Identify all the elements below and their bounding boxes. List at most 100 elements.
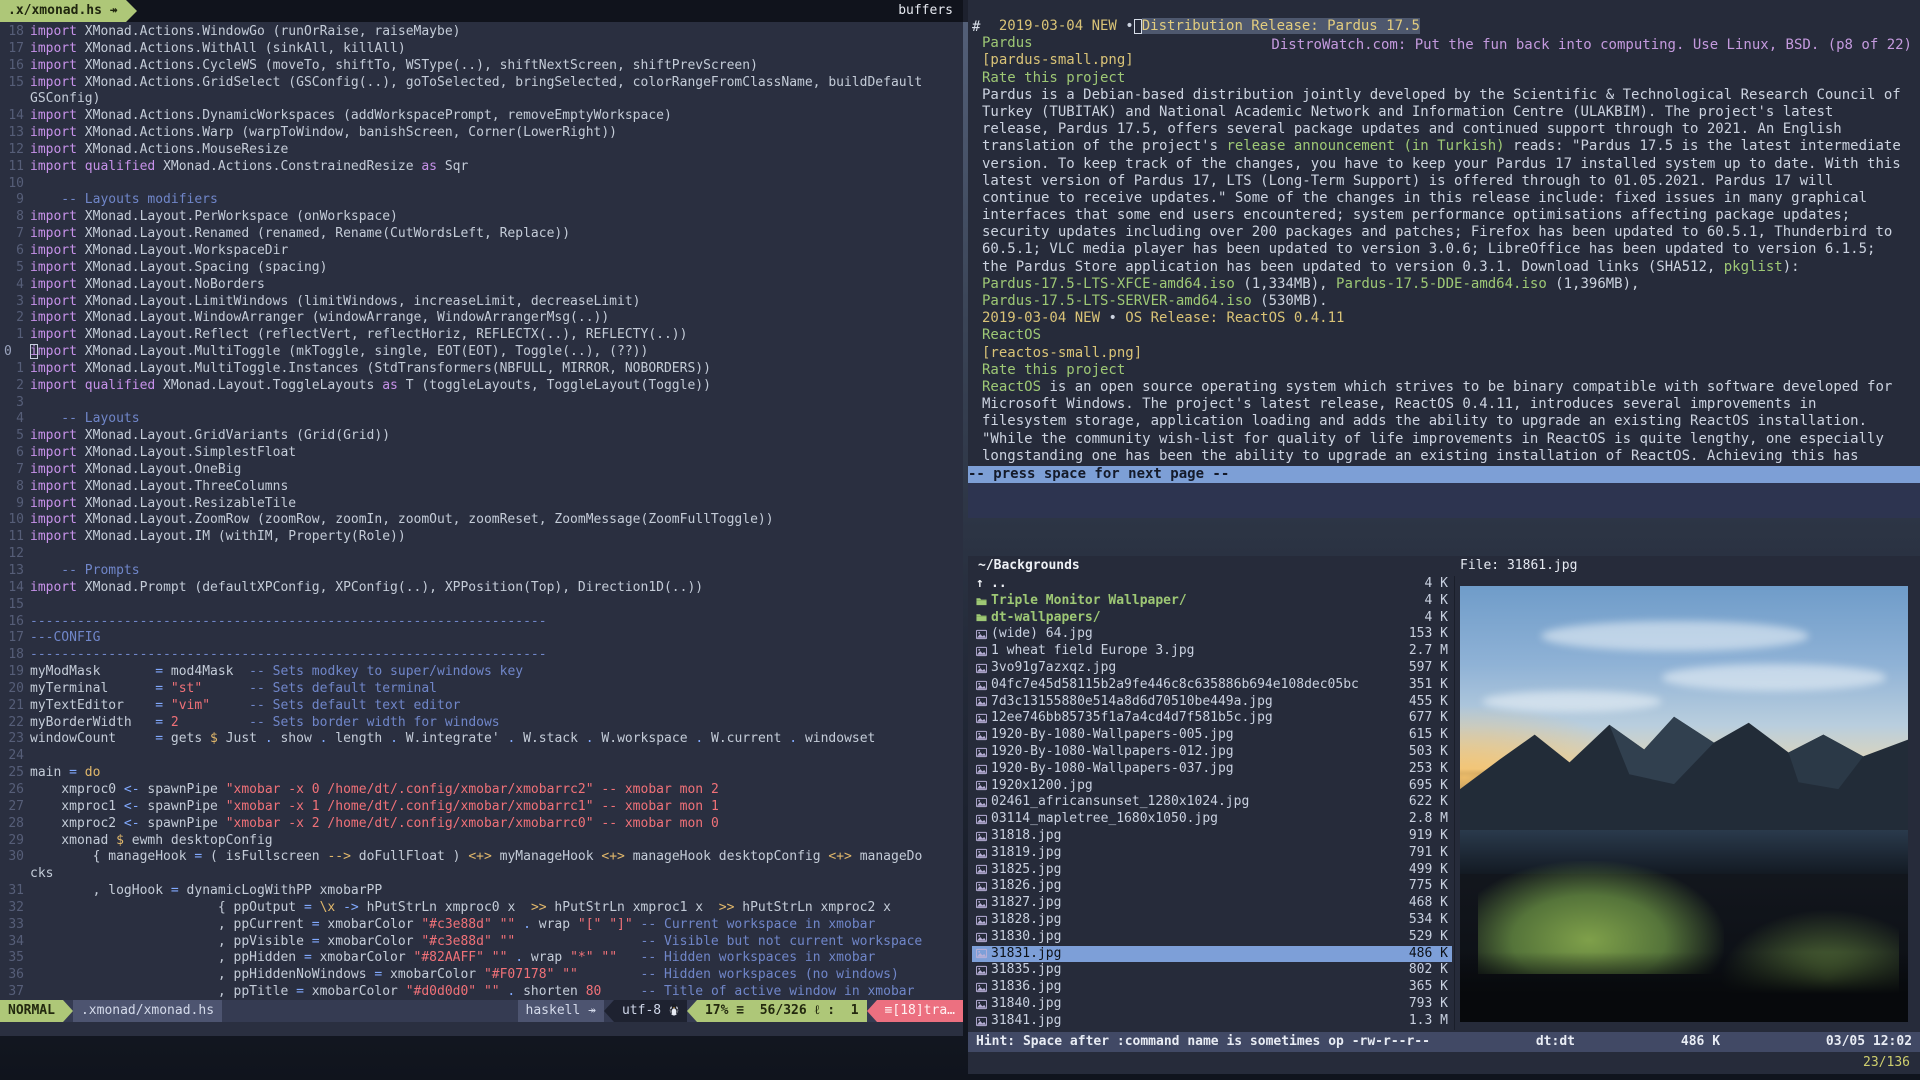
file-row[interactable]: 7d3c13155880e514a8d6d70510be449a.jpg455 …	[972, 694, 1452, 711]
code-line[interactable]: 1import XMonad.Layout.MultiToggle.Instan…	[0, 361, 963, 378]
code-line[interactable]: 37 , ppTitle = xmobarColor "#d0d0d0" "" …	[0, 984, 963, 1000]
file-row[interactable]: 31827.jpg468 K	[972, 895, 1452, 912]
file-row[interactable]: 31836.jpg365 K	[972, 979, 1452, 996]
file-row[interactable]: 1920x1200.jpg695 K	[972, 778, 1452, 795]
file-row[interactable]: 1920-By-1080-Wallpapers-005.jpg615 K	[972, 727, 1452, 744]
code-line[interactable]: 20myTerminal = "st" -- Sets default term…	[0, 681, 963, 698]
vim-tab-xmonad-hs[interactable]: .x/xmonad.hs ↠	[0, 0, 126, 22]
code-line[interactable]: 13 -- Prompts	[0, 563, 963, 580]
parent-dir-row[interactable]: ↑..4 K	[972, 576, 1452, 593]
code-line[interactable]: 35 , ppHidden = xmobarColor "#82AAFF" ""…	[0, 950, 963, 967]
code-line[interactable]: 19myModMask = mod4Mask -- Sets modkey to…	[0, 664, 963, 681]
vim-window[interactable]: .x/xmonad.hs ↠ buffers 18import XMonad.A…	[0, 0, 963, 1036]
file-row[interactable]: 31835.jpg802 K	[972, 962, 1452, 979]
file-row[interactable]: 31841.jpg1.3 M	[972, 1013, 1452, 1030]
code-line[interactable]: 31 , logHook = dynamicLogWithPP xmobarPP	[0, 883, 963, 900]
code-line[interactable]: 7import XMonad.Layout.Renamed (renamed, …	[0, 226, 963, 243]
code-line[interactable]: 9 -- Layouts modifiers	[0, 192, 963, 209]
link[interactable]: Rate this project	[982, 362, 1125, 378]
lynx-page-body[interactable]: 2019-03-04 NEW •Distribution Release: Pa…	[968, 18, 1920, 465]
selected-link[interactable]: Distribution Release: Pardus 17.5	[1142, 18, 1420, 34]
code-line[interactable]: 24	[0, 748, 963, 765]
link[interactable]: ReactOS	[982, 327, 1041, 343]
code-line[interactable]: 6import XMonad.Layout.SimplestFloat	[0, 445, 963, 462]
file-row[interactable]: 31826.jpg775 K	[972, 878, 1452, 895]
link[interactable]: release announcement (in Turkish)	[1226, 138, 1504, 154]
code-line[interactable]: 27 xmproc1 <- spawnPipe "xmobar -x 1 /ho…	[0, 799, 963, 816]
code-line[interactable]: 16import XMonad.Actions.CycleWS (moveTo,…	[0, 58, 963, 75]
code-line[interactable]: 11import XMonad.Layout.IM (withIM, Prope…	[0, 529, 963, 546]
code-line[interactable]: 34 , ppVisible = xmobarColor "#c3e88d" "…	[0, 934, 963, 951]
file-row[interactable]: (wide) 64.jpg153 K	[972, 626, 1452, 643]
code-line[interactable]: 8import XMonad.Layout.PerWorkspace (onWo…	[0, 209, 963, 226]
code-line[interactable]: 25main = do	[0, 765, 963, 782]
link[interactable]: Pardus-17.5-DDE-amd64.iso	[1336, 276, 1547, 292]
link[interactable]: pkglist	[1724, 259, 1783, 275]
code-line[interactable]: 14import XMonad.Actions.DynamicWorkspace…	[0, 108, 963, 125]
code-line[interactable]: 30 { manageHook = ( isFullscreen --> doF…	[0, 849, 963, 866]
file-row[interactable]: 31830.jpg529 K	[972, 929, 1452, 946]
code-line[interactable]: 2import XMonad.Layout.WindowArranger (wi…	[0, 310, 963, 327]
file-row[interactable]: 02461_africansunset_1280x1024.jpg622 K	[972, 794, 1452, 811]
code-line[interactable]: 4 -- Layouts	[0, 411, 963, 428]
code-line[interactable]: 17import XMonad.Actions.WithAll (sinkAll…	[0, 41, 963, 58]
file-row[interactable]: 04fc7e45d58115b2a9fe446c8c635886b694e108…	[972, 677, 1452, 694]
code-line[interactable]: 17---CONFIG	[0, 630, 963, 647]
file-row[interactable]: 1 wheat field Europe 3.jpg2.7 M	[972, 643, 1452, 660]
code-line[interactable]: 22myBorderWidth = 2 -- Sets border width…	[0, 715, 963, 732]
code-line[interactable]: 9import XMonad.Layout.ResizableTile	[0, 496, 963, 513]
file-row[interactable]: 1920-By-1080-Wallpapers-037.jpg253 K	[972, 761, 1452, 778]
code-line[interactable]: 2import qualified XMonad.Layout.ToggleLa…	[0, 378, 963, 395]
file-row[interactable]: 31840.jpg793 K	[972, 996, 1452, 1013]
dir-row[interactable]: Triple Monitor Wallpaper/4 K	[972, 593, 1452, 610]
file-list[interactable]: ↑..4 KTriple Monitor Wallpaper/4 Kdt-wal…	[972, 576, 1452, 1030]
code-line[interactable]: 4import XMonad.Layout.NoBorders	[0, 277, 963, 294]
code-line[interactable]: 14import XMonad.Prompt (defaultXPConfig,…	[0, 580, 963, 597]
link[interactable]: Pardus-17.5-LTS-SERVER-amd64.iso	[982, 293, 1252, 309]
file-row[interactable]: 31825.jpg499 K	[972, 862, 1452, 879]
code-line[interactable]: 5import XMonad.Layout.GridVariants (Grid…	[0, 428, 963, 445]
file-row[interactable]: 3vo91g7azxqz.jpg597 K	[972, 660, 1452, 677]
code-line[interactable]: GSConfig)	[0, 91, 963, 108]
file-row[interactable]: 12ee746bb85735f1a7a4cd4d7f581b5c.jpg677 …	[972, 710, 1452, 727]
code-line[interactable]: 18import XMonad.Actions.WindowGo (runOrR…	[0, 24, 963, 41]
code-line[interactable]: 32 { ppOutput = \x -> hPutStrLn xmproc0 …	[0, 900, 963, 917]
file-row[interactable]: 31818.jpg919 K	[972, 828, 1452, 845]
file-row[interactable]: 31819.jpg791 K	[972, 845, 1452, 862]
link[interactable]: ReactOS	[982, 379, 1041, 395]
code-line[interactable]: 11import qualified XMonad.Actions.Constr…	[0, 159, 963, 176]
vim-buffer[interactable]: 18import XMonad.Actions.WindowGo (runOrR…	[0, 22, 963, 1000]
code-line[interactable]: 18--------------------------------------…	[0, 647, 963, 664]
lynx-browser-window[interactable]: # DistroWatch.com: Put the fun back into…	[968, 0, 1920, 518]
code-line[interactable]: 15import XMonad.Actions.GridSelect (GSCo…	[0, 75, 963, 92]
code-line[interactable]: 33 , ppCurrent = xmobarColor "#c3e88d" "…	[0, 917, 963, 934]
code-line[interactable]: 5import XMonad.Layout.Spacing (spacing)	[0, 260, 963, 277]
code-line[interactable]: 36 , ppHiddenNoWindows = xmobarColor "#F…	[0, 967, 963, 984]
file-row[interactable]: 1920-By-1080-Wallpapers-012.jpg503 K	[972, 744, 1452, 761]
code-line[interactable]: 21myTextEditor = "vim" -- Sets default t…	[0, 698, 963, 715]
code-line[interactable]: 12import XMonad.Actions.MouseResize	[0, 142, 963, 159]
file-row[interactable]: 03114_mapletree_1680x1050.jpg2.8 M	[972, 811, 1452, 828]
link[interactable]: Rate this project	[982, 70, 1125, 86]
code-line[interactable]: 29 xmonad $ ewmh desktopConfig	[0, 833, 963, 850]
code-line[interactable]: 0import XMonad.Layout.MultiToggle (mkTog…	[0, 344, 963, 361]
code-line[interactable]: 28 xmproc2 <- spawnPipe "xmobar -x 2 /ho…	[0, 816, 963, 833]
code-line[interactable]: 1import XMonad.Layout.Reflect (reflectVe…	[0, 327, 963, 344]
file-row[interactable]: 31831.jpg486 K	[972, 946, 1452, 963]
code-line[interactable]: 10import XMonad.Layout.ZoomRow (zoomRow,…	[0, 512, 963, 529]
code-line[interactable]: 6import XMonad.Layout.WorkspaceDir	[0, 243, 963, 260]
code-line[interactable]: 13import XMonad.Actions.Warp (warpToWind…	[0, 125, 963, 142]
code-line[interactable]: 3import XMonad.Layout.LimitWindows (limi…	[0, 294, 963, 311]
code-line[interactable]: 10	[0, 176, 963, 193]
file-row[interactable]: 31828.jpg534 K	[972, 912, 1452, 929]
code-line[interactable]: 26 xmproc0 <- spawnPipe "xmobar -x 0 /ho…	[0, 782, 963, 799]
code-line[interactable]: 15	[0, 597, 963, 614]
link[interactable]: Pardus-17.5-LTS-XFCE-amd64.iso	[982, 276, 1235, 292]
code-line[interactable]: 16--------------------------------------…	[0, 614, 963, 631]
code-line[interactable]: 7import XMonad.Layout.OneBig	[0, 462, 963, 479]
vifm-window[interactable]: ~/Backgrounds File: 31861.jpg ↑..4 KTrip…	[968, 556, 1920, 1074]
code-line[interactable]: 12	[0, 546, 963, 563]
code-line[interactable]: 3	[0, 395, 963, 412]
code-line[interactable]: 23windowCount = gets $ Just . show . len…	[0, 731, 963, 748]
code-line[interactable]: 8import XMonad.Layout.ThreeColumns	[0, 479, 963, 496]
